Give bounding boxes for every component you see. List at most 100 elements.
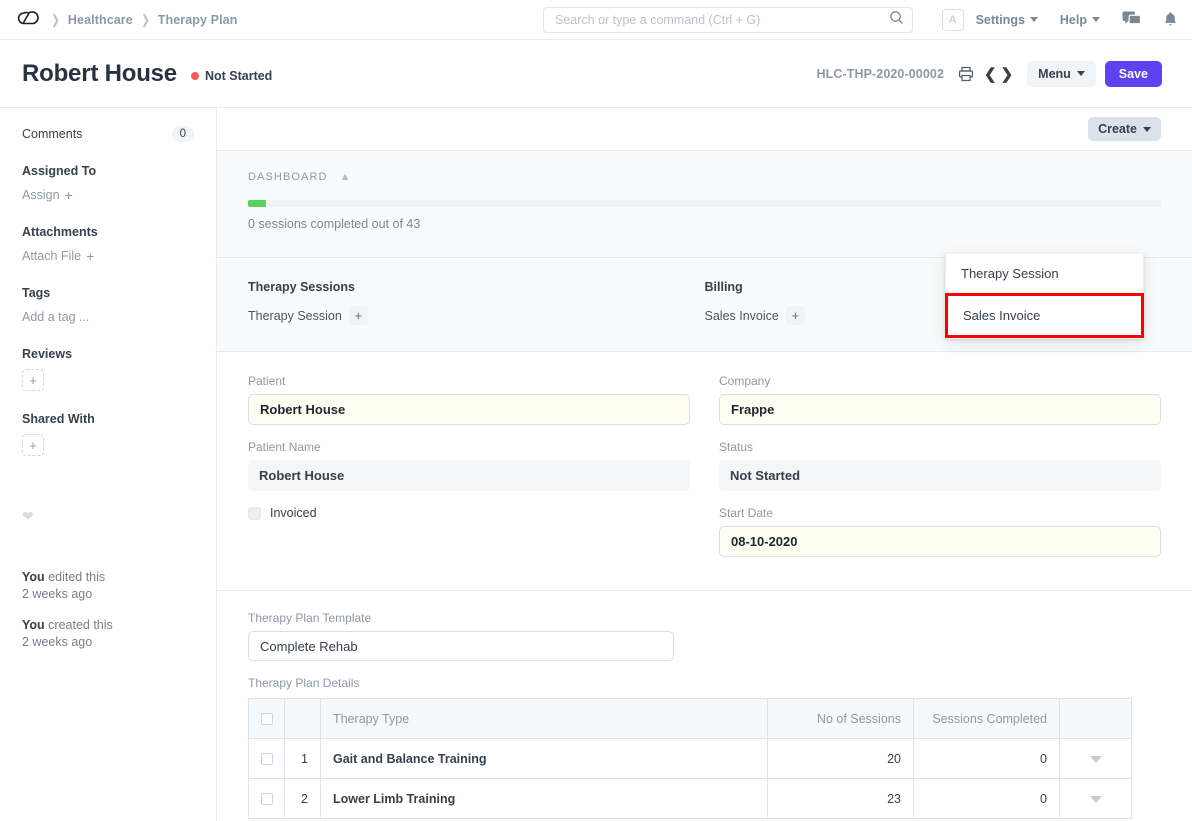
status-label: Not Started — [205, 69, 272, 83]
row-checkbox-cell[interactable] — [249, 779, 285, 819]
cell-sessions-completed[interactable]: 0 — [914, 779, 1060, 819]
cell-no-of-sessions[interactable]: 20 — [768, 739, 914, 779]
menu-button[interactable]: Menu — [1027, 61, 1096, 87]
navbar-right: A Settings Help — [942, 9, 1178, 31]
row-expand-cell[interactable] — [1060, 779, 1132, 819]
patient-input[interactable]: Robert House — [248, 394, 690, 425]
chevron-down-icon[interactable] — [1090, 796, 1102, 803]
heart-icon[interactable]: ❤ — [22, 508, 194, 525]
company-input[interactable]: Frappe — [719, 394, 1161, 425]
row-checkbox-cell[interactable] — [249, 739, 285, 779]
new-sales-invoice-link[interactable]: Sales Invoice + — [705, 306, 805, 325]
page-title: Robert House — [22, 60, 177, 88]
select-all-checkbox[interactable] — [261, 713, 273, 725]
avatar[interactable]: A — [942, 9, 964, 31]
new-therapy-session-link[interactable]: Therapy Session + — [248, 306, 368, 325]
dashboard-section-label: DASHBOARD — [248, 171, 328, 183]
sidebar-reviews: Reviews + — [22, 347, 194, 391]
row-expand-cell[interactable] — [1060, 739, 1132, 779]
column-header-expand — [1060, 699, 1132, 739]
add-review-button[interactable]: + — [22, 369, 44, 391]
invoiced-checkbox-row[interactable]: Invoiced — [248, 506, 690, 520]
cell-therapy-type[interactable]: Gait and Balance Training — [321, 739, 768, 779]
create-menu-item-sales-invoice[interactable]: Sales Invoice — [945, 293, 1144, 338]
table-body: 1 Gait and Balance Training 20 0 2 L — [249, 739, 1132, 819]
field-patient-name: Patient Name Robert House — [248, 440, 690, 491]
chevron-down-icon[interactable] — [1090, 756, 1102, 763]
add-tag-input[interactable]: Add a tag ... — [22, 310, 89, 324]
breadcrumb-separator: ❯ — [141, 12, 150, 28]
column-header-sessions-completed: Sessions Completed — [914, 699, 1060, 739]
breadcrumb-healthcare[interactable]: Healthcare — [68, 13, 133, 27]
titlebar: Robert House Not Started HLC-THP-2020-00… — [0, 40, 1192, 108]
chat-icon[interactable] — [1122, 11, 1141, 28]
attach-file-button[interactable]: Attach File + — [22, 249, 94, 263]
chevron-down-icon — [1143, 127, 1151, 132]
next-document-button[interactable]: ❯ — [999, 65, 1016, 83]
therapy-plan-template-input[interactable]: Complete Rehab — [248, 631, 674, 661]
connection-group-therapy-sessions: Therapy Sessions Therapy Session + — [248, 280, 705, 325]
sidebar-attachments-title: Attachments — [22, 225, 194, 239]
assign-label: Assign — [22, 188, 60, 202]
nav-settings[interactable]: Settings — [976, 13, 1038, 27]
create-button[interactable]: Create — [1088, 117, 1161, 141]
chevron-down-icon — [1030, 17, 1038, 22]
frappe-cloud-logo[interactable] — [13, 7, 43, 33]
navbar: ❯ Healthcare ❯ Therapy Plan A Settings H… — [0, 0, 1192, 40]
chevron-up-icon[interactable]: ▲ — [340, 171, 352, 183]
field-start-date-label: Start Date — [719, 506, 1161, 520]
search-input[interactable] — [555, 13, 889, 27]
cell-sessions-completed[interactable]: 0 — [914, 739, 1060, 779]
sidebar-reviews-title: Reviews — [22, 347, 194, 361]
assign-button[interactable]: Assign + — [22, 188, 73, 202]
activity-created-when: 2 weeks ago — [22, 635, 92, 649]
dashboard-section: DASHBOARD ▲ 0 sessions completed out of … — [217, 151, 1192, 257]
sidebar-comments-label: Comments — [22, 127, 82, 141]
status-badge: Not Started — [191, 69, 272, 83]
dashboard-header[interactable]: DASHBOARD ▲ — [248, 171, 1161, 183]
bell-icon[interactable] — [1163, 11, 1178, 28]
activity-created: You created this 2 weeks ago — [22, 617, 194, 651]
breadcrumb-therapy-plan[interactable]: Therapy Plan — [158, 13, 238, 27]
table-row[interactable]: 1 Gait and Balance Training 20 0 — [249, 739, 1132, 779]
cell-no-of-sessions[interactable]: 23 — [768, 779, 914, 819]
field-status: Status Not Started — [719, 440, 1161, 491]
select-all-checkbox-cell[interactable] — [249, 699, 285, 739]
cell-therapy-type[interactable]: Lower Limb Training — [321, 779, 768, 819]
plus-icon: + — [86, 249, 94, 263]
field-patient: Patient Robert House — [248, 374, 690, 425]
invoiced-checkbox[interactable] — [248, 507, 261, 520]
patient-name-value: Robert House — [248, 460, 690, 491]
activity-edited-what: edited this — [45, 570, 105, 584]
row-checkbox[interactable] — [261, 753, 273, 765]
activity-edited-when: 2 weeks ago — [22, 587, 92, 601]
prev-document-button[interactable]: ❮ — [982, 65, 999, 83]
form-column-left: Patient Robert House Patient Name Robert… — [248, 374, 690, 572]
menu-button-label: Menu — [1038, 67, 1071, 81]
activity-created-who: You — [22, 618, 45, 632]
plus-icon: + — [786, 306, 805, 325]
sidebar-tags-title: Tags — [22, 286, 194, 300]
sidebar-assigned-to: Assigned To Assign + — [22, 164, 194, 204]
form-section: Patient Robert House Patient Name Robert… — [217, 352, 1192, 591]
table-row[interactable]: 2 Lower Limb Training 23 0 — [249, 779, 1132, 819]
connection-group-title: Therapy Sessions — [248, 280, 705, 294]
row-index-header — [285, 699, 321, 739]
connection-link-label: Sales Invoice — [705, 309, 779, 323]
session-progress-fill — [248, 200, 266, 207]
row-checkbox[interactable] — [261, 793, 273, 805]
create-toolbar: Create — [217, 108, 1192, 150]
nav-settings-label: Settings — [976, 13, 1025, 27]
sidebar-shared-with: Shared With + — [22, 412, 194, 456]
search-box[interactable] — [543, 7, 913, 33]
printer-icon[interactable] — [958, 66, 974, 82]
add-share-button[interactable]: + — [22, 434, 44, 456]
chevron-down-icon — [1092, 17, 1100, 22]
sidebar: Comments 0 Assigned To Assign + Attachme… — [0, 108, 217, 821]
save-button[interactable]: Save — [1105, 61, 1162, 87]
nav-help[interactable]: Help — [1060, 13, 1100, 27]
start-date-input[interactable]: 08-10-2020 — [719, 526, 1161, 557]
create-menu-item-therapy-session[interactable]: Therapy Session — [946, 254, 1143, 293]
field-company: Company Frappe — [719, 374, 1161, 425]
sidebar-comments[interactable]: Comments 0 — [22, 126, 194, 142]
